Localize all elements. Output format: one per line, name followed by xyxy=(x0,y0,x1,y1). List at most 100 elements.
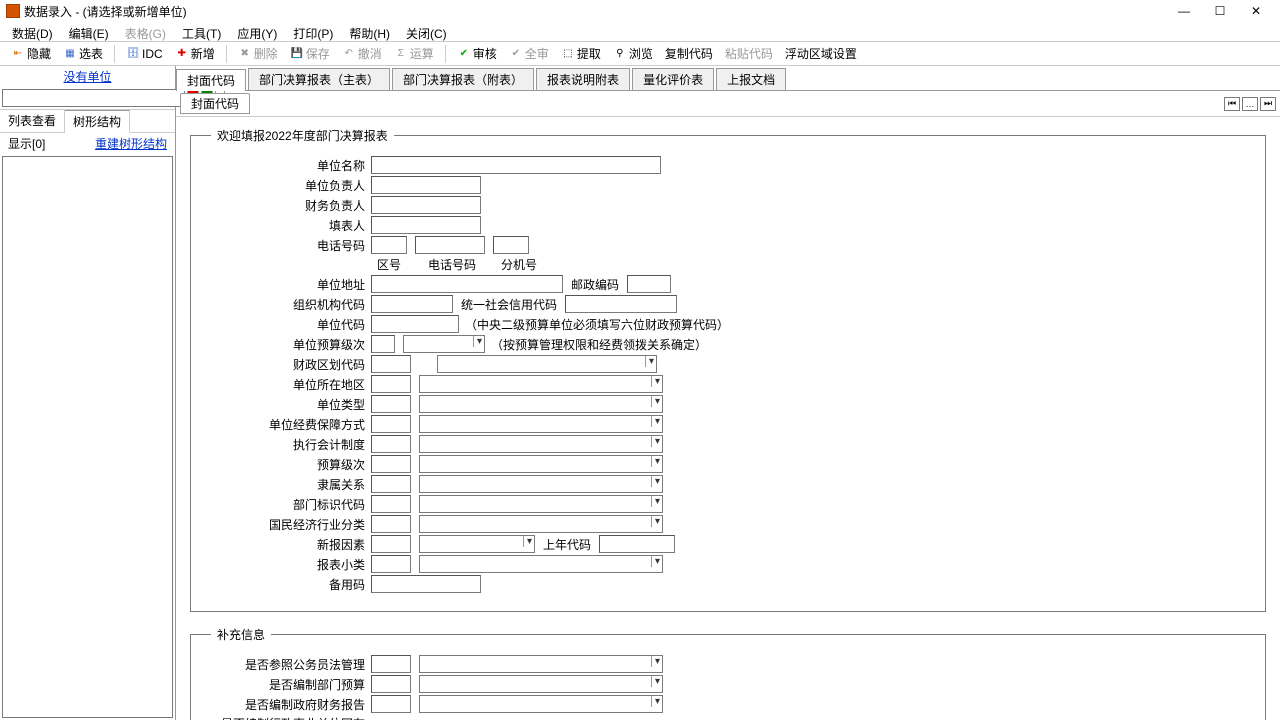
separator xyxy=(445,45,446,63)
dept-input[interactable] xyxy=(371,495,411,513)
q1-select[interactable] xyxy=(419,655,663,673)
hide-button[interactable]: ⇤隐藏 xyxy=(6,42,56,65)
unit-code-input[interactable] xyxy=(371,315,459,333)
lastcode-input[interactable] xyxy=(599,535,675,553)
subtab-cover[interactable]: 封面代码 xyxy=(180,93,250,114)
tel-input[interactable] xyxy=(415,236,485,254)
menu-help[interactable]: 帮助(H) xyxy=(343,24,396,39)
belong-select[interactable] xyxy=(419,475,663,493)
area2-input[interactable] xyxy=(371,355,411,373)
select-table-button[interactable]: ▦选表 xyxy=(58,42,108,65)
floatarea-button[interactable]: 浮动区域设置 xyxy=(780,42,862,65)
ind-select[interactable] xyxy=(419,515,663,533)
acct-select[interactable] xyxy=(419,435,663,453)
tab-upload[interactable]: 上报文档 xyxy=(716,68,786,90)
unit-leader-input[interactable] xyxy=(371,176,481,194)
menu-table: 表格(G) xyxy=(119,24,172,39)
arrow-left-icon: ⇤ xyxy=(11,47,25,61)
menu-edit[interactable]: 编辑(E) xyxy=(63,24,115,39)
nf-select[interactable] xyxy=(419,535,535,553)
blvl2-input[interactable] xyxy=(371,455,411,473)
toolbar: ⇤隐藏 ▦选表 🗄IDC ✚新增 ✖删除 💾保存 ↶撤消 Σ运算 ✔审核 ✔全审… xyxy=(0,42,1280,66)
nav-first-button[interactable]: ⏮ xyxy=(1224,97,1240,111)
fund-select[interactable] xyxy=(419,415,663,433)
budget-level-select[interactable] xyxy=(403,335,485,353)
tab-cover[interactable]: 封面代码 xyxy=(176,69,246,91)
check-icon: ✔ xyxy=(457,47,471,61)
titlebar: 数据录入 - (请选择或新增单位) ― ☐ ✕ xyxy=(0,0,1280,22)
dept-select[interactable] xyxy=(419,495,663,513)
nav-more-button[interactable]: … xyxy=(1242,97,1258,111)
new-button[interactable]: ✚新增 xyxy=(170,42,220,65)
finance-leader-input[interactable] xyxy=(371,196,481,214)
sidetab-list[interactable]: 列表查看 xyxy=(0,110,65,132)
local-input[interactable] xyxy=(371,375,411,393)
fieldset-extra: 补充信息 是否参照公务员法管理 是否编制部门预算 是否编制政府财务报告 是否编制… xyxy=(190,626,1266,720)
plus-icon: ✚ xyxy=(175,47,189,61)
subtype-select[interactable] xyxy=(419,555,663,573)
menu-tool[interactable]: 工具(T) xyxy=(176,24,227,39)
unit-search-input[interactable] xyxy=(2,89,185,107)
tab-quant[interactable]: 量化评价表 xyxy=(632,68,714,90)
spare-input[interactable] xyxy=(371,575,481,593)
maximize-button[interactable]: ☐ xyxy=(1202,1,1238,21)
q3-select[interactable] xyxy=(419,695,663,713)
q3-input[interactable] xyxy=(371,695,411,713)
type-input[interactable] xyxy=(371,395,411,413)
local-select[interactable] xyxy=(419,375,663,393)
menu-print[interactable]: 打印(P) xyxy=(287,24,339,39)
main-tabs: 封面代码 部门决算报表（主表） 部门决算报表（附表） 报表说明附表 量化评价表 … xyxy=(176,66,1280,91)
extract-button[interactable]: ⬚提取 xyxy=(556,42,606,65)
area2-select[interactable] xyxy=(437,355,657,373)
close-button[interactable]: ✕ xyxy=(1238,1,1274,21)
tree-area[interactable] xyxy=(2,156,173,718)
copycode-button[interactable]: 复制代码 xyxy=(660,42,718,65)
sidetab-tree[interactable]: 树形结构 xyxy=(65,110,130,133)
filler-input[interactable] xyxy=(371,216,481,234)
q2-select[interactable] xyxy=(419,675,663,693)
tab-attach-report[interactable]: 部门决算报表（附表） xyxy=(392,68,534,90)
acct-input[interactable] xyxy=(371,435,411,453)
subtype-input[interactable] xyxy=(371,555,411,573)
form-area: 欢迎填报2022年度部门决算报表 单位名称 单位负责人 财务负责人 填表人 电话… xyxy=(176,117,1280,720)
tab-desc[interactable]: 报表说明附表 xyxy=(536,68,630,90)
q2-input[interactable] xyxy=(371,675,411,693)
checkall-icon: ✔ xyxy=(509,47,523,61)
audit-button[interactable]: ✔审核 xyxy=(452,42,502,65)
nav-last-button[interactable]: ⏭ xyxy=(1260,97,1276,111)
budget-level-code[interactable] xyxy=(371,335,395,353)
fieldset-main: 欢迎填报2022年度部门决算报表 单位名称 单位负责人 财务负责人 填表人 电话… xyxy=(190,127,1266,612)
credit-input[interactable] xyxy=(565,295,677,313)
eye-icon: ⚲ xyxy=(613,47,627,61)
rebuild-tree-link[interactable]: 重建树形结构 xyxy=(95,135,167,152)
calc-icon: Σ xyxy=(394,47,408,61)
delete-button: ✖删除 xyxy=(233,42,283,65)
ind-input[interactable] xyxy=(371,515,411,533)
grid-icon: ▦ xyxy=(63,47,77,61)
undo-button: ↶撤消 xyxy=(337,42,387,65)
legend-extra: 补充信息 xyxy=(211,626,271,643)
idc-button[interactable]: 🗄IDC xyxy=(121,44,168,64)
unit-name-input[interactable] xyxy=(371,156,661,174)
menu-app[interactable]: 应用(Y) xyxy=(231,24,283,39)
nf-input[interactable] xyxy=(371,535,411,553)
post-input[interactable] xyxy=(627,275,671,293)
ext-input[interactable] xyxy=(493,236,529,254)
menu-close[interactable]: 关闭(C) xyxy=(400,24,453,39)
menu-data[interactable]: 数据(D) xyxy=(6,24,59,39)
pastecode-button: 粘贴代码 xyxy=(720,42,778,65)
no-unit-link[interactable]: 没有单位 xyxy=(63,70,111,84)
separator xyxy=(114,45,115,63)
minimize-button[interactable]: ― xyxy=(1166,1,1202,21)
belong-input[interactable] xyxy=(371,475,411,493)
tab-main-report[interactable]: 部门决算报表（主表） xyxy=(248,68,390,90)
q1-input[interactable] xyxy=(371,655,411,673)
area-code-input[interactable] xyxy=(371,236,407,254)
blvl2-select[interactable] xyxy=(419,455,663,473)
type-select[interactable] xyxy=(419,395,663,413)
fund-input[interactable] xyxy=(371,415,411,433)
org-code-input[interactable] xyxy=(371,295,453,313)
browse-button[interactable]: ⚲浏览 xyxy=(608,42,658,65)
address-input[interactable] xyxy=(371,275,563,293)
save-button: 💾保存 xyxy=(285,42,335,65)
